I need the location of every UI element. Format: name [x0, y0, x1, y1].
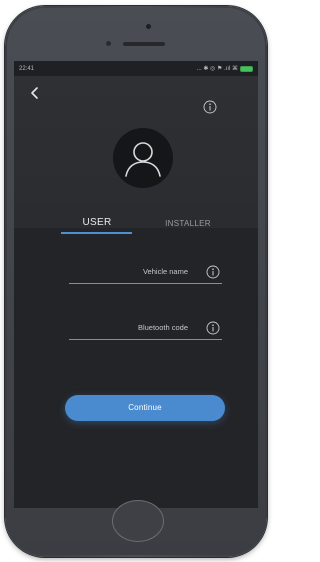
info-circle-icon[interactable]	[206, 321, 220, 335]
earpiece	[123, 42, 165, 46]
tab-user[interactable]: USER	[61, 217, 133, 228]
vehicle-name-field[interactable]: Vehicle name	[69, 264, 222, 284]
info-circle-icon[interactable]	[203, 100, 217, 114]
status-icons: ... ✱ ◎ ⚑ .ııl ⌘	[197, 65, 253, 72]
status-icons-text: ... ✱ ◎ ⚑ .ııl ⌘	[196, 66, 238, 72]
battery-icon	[240, 65, 253, 72]
active-tab-indicator	[61, 232, 132, 234]
proximity-sensor	[106, 41, 111, 46]
continue-button[interactable]: Continue	[65, 395, 225, 421]
front-camera	[146, 24, 151, 29]
bluetooth-code-field[interactable]: Bluetooth code	[69, 320, 222, 340]
bluetooth-code-label: Bluetooth code	[137, 323, 188, 332]
tab-installer[interactable]: INSTALLER	[152, 219, 224, 228]
info-circle-icon[interactable]	[206, 265, 220, 279]
avatar[interactable]	[113, 128, 173, 188]
phone-screen: 22:41 ... ✱ ◎ ⚑ .ııl ⌘ USER INSTALLER Ve…	[14, 61, 258, 508]
status-bar: 22:41 ... ✱ ◎ ⚑ .ııl ⌘	[14, 61, 258, 76]
vehicle-name-label: Vehicle name	[142, 267, 188, 276]
status-time: 22:41	[19, 65, 35, 72]
user-avatar-icon	[125, 142, 161, 177]
chevron-left-icon[interactable]	[28, 86, 42, 100]
user-type-tabs: USER INSTALLER	[14, 203, 258, 237]
home-button[interactable]	[112, 500, 164, 542]
